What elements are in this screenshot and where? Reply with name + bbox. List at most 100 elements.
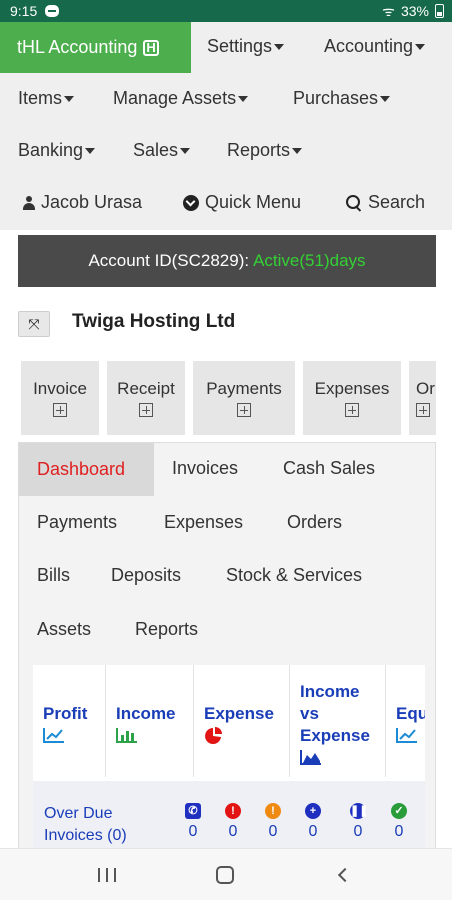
quick-expenses-button[interactable]: Expenses — [303, 361, 401, 435]
income-vs-expense-line3: Expense — [300, 726, 370, 745]
menu-manage-assets-label: Manage Assets — [113, 88, 237, 108]
user-icon — [23, 195, 35, 210]
menu-settings-label: Settings — [207, 36, 273, 56]
menu-reports[interactable]: Reports — [227, 140, 303, 161]
expense-card[interactable]: Expense — [194, 665, 290, 777]
menu-purchases[interactable]: Purchases — [293, 88, 391, 109]
recent-apps-button[interactable] — [92, 849, 122, 900]
menu-items[interactable]: Items — [18, 88, 75, 109]
caret-down-icon — [85, 147, 96, 154]
user-name: Jacob Urasa — [41, 192, 143, 212]
back-button[interactable] — [330, 849, 354, 900]
search-label: Search — [368, 192, 426, 212]
signal-icon: ᯤ — [382, 2, 395, 19]
caret-down-icon — [180, 147, 191, 154]
dashboard-grid: Profit Income Expense Income vs Expense … — [33, 665, 425, 861]
user-plus-icon: + — [305, 803, 321, 819]
menu-manage-assets[interactable]: Manage Assets — [113, 88, 249, 109]
system-navigation-bar — [0, 848, 452, 900]
dashboard-panel: Dashboard Invoices Cash Sales Payments E… — [18, 442, 436, 862]
tab-reports[interactable]: Reports — [135, 619, 198, 640]
stat-alert[interactable]: ! 0 — [223, 803, 243, 841]
tab-bills[interactable]: Bills — [37, 565, 70, 586]
tab-invoices[interactable]: Invoices — [172, 458, 238, 479]
recent-apps-icon-bar — [106, 868, 108, 882]
profit-label: Profit — [43, 704, 88, 723]
menu-purchases-label: Purchases — [293, 88, 379, 108]
plus-square-icon — [237, 403, 251, 417]
stat-pause[interactable]: ❚❚ 0 — [348, 803, 368, 841]
account-id: Account ID(SC2829): — [88, 251, 250, 270]
recent-apps-icon-bar — [114, 868, 116, 882]
quick-expenses-label: Expenses — [314, 379, 390, 398]
stat-user-plus-value: 0 — [308, 823, 318, 840]
search-menu[interactable]: Search — [346, 192, 425, 213]
tab-orders[interactable]: Orders — [287, 512, 342, 533]
overdue-line1: Over Due — [44, 805, 113, 822]
quick-payments-button[interactable]: Payments — [193, 361, 295, 435]
line-chart-icon — [396, 728, 417, 743]
menu-items-label: Items — [18, 88, 63, 108]
user-menu[interactable]: Jacob Urasa — [23, 192, 142, 213]
tab-deposits[interactable]: Deposits — [111, 565, 181, 586]
quick-orders-label: Or — [416, 379, 435, 398]
income-card[interactable]: Income — [106, 665, 194, 777]
quick-receipt-label: Receipt — [117, 379, 175, 398]
profit-card[interactable]: Profit — [33, 665, 106, 777]
overdue-invoices-link[interactable]: Over Due Invoices (0) — [44, 803, 127, 847]
menu-sales[interactable]: Sales — [133, 140, 191, 161]
tab-assets[interactable]: Assets — [37, 619, 91, 640]
menu-settings[interactable]: Settings — [207, 36, 285, 57]
quick-orders-button[interactable]: Or — [409, 361, 436, 435]
income-vs-expense-line2: vs — [300, 704, 319, 723]
quick-invoice-label: Invoice — [33, 379, 87, 398]
bar-chart-icon — [116, 728, 137, 743]
quick-menu-label: Quick Menu — [205, 192, 302, 212]
equity-label: Equ — [396, 704, 425, 723]
stat-check[interactable]: ✓ 0 — [389, 803, 409, 841]
quick-actions-bar: Invoice Receipt Payments Expenses Or — [18, 355, 436, 442]
income-vs-expense-line1: Income — [300, 682, 360, 701]
plus-square-icon — [53, 403, 67, 417]
equity-card[interactable]: Equ — [386, 665, 425, 777]
menu-banking[interactable]: Banking — [18, 140, 96, 161]
stat-phone-value: 0 — [188, 823, 198, 840]
quick-menu[interactable]: Quick Menu — [183, 192, 301, 213]
warning-icon: ! — [265, 803, 281, 819]
hosting-icon — [143, 39, 160, 56]
battery-percent: 33% — [400, 3, 429, 19]
stat-warning[interactable]: ! 0 — [263, 803, 283, 841]
expand-button[interactable]: ⤧ — [18, 311, 50, 337]
tab-expenses[interactable]: Expenses — [164, 512, 243, 533]
tab-cash-sales[interactable]: Cash Sales — [283, 458, 375, 479]
home-button[interactable] — [210, 849, 240, 900]
brand-logo[interactable]: tHL Accounting — [0, 22, 191, 73]
caret-down-icon — [292, 147, 303, 154]
menu-reports-label: Reports — [227, 140, 291, 160]
stat-phone[interactable]: ✆ 0 — [183, 803, 203, 841]
income-vs-expense-card[interactable]: Income vs Expense — [290, 665, 386, 777]
top-navigation: tHL Accounting Settings Accounting Items… — [0, 22, 452, 230]
caret-down-icon — [415, 43, 426, 50]
quick-receipt-button[interactable]: Receipt — [107, 361, 185, 435]
check-icon: ✓ — [391, 803, 407, 819]
company-name: Twiga Hosting Ltd — [72, 311, 236, 332]
alert-icon: ! — [225, 803, 241, 819]
line-chart-icon — [43, 728, 64, 743]
pie-chart-icon — [205, 727, 222, 744]
search-icon — [346, 194, 362, 211]
caret-down-icon — [274, 43, 285, 50]
quick-invoice-button[interactable]: Invoice — [21, 361, 99, 435]
menu-accounting[interactable]: Accounting — [324, 36, 426, 57]
overdue-line2: Invoices (0) — [44, 827, 127, 844]
stat-alert-value: 0 — [228, 823, 238, 840]
tab-dashboard[interactable]: Dashboard — [19, 443, 154, 496]
stat-check-value: 0 — [394, 823, 404, 840]
tab-stock-services[interactable]: Stock & Services — [226, 565, 362, 586]
caret-down-icon — [380, 95, 391, 102]
chevron-circle-down-icon — [183, 194, 199, 211]
brand-name: tHL Accounting — [17, 37, 138, 57]
expand-icon: ⤧ — [28, 315, 40, 332]
tab-payments[interactable]: Payments — [37, 512, 117, 533]
stat-user-plus[interactable]: + 0 — [303, 803, 323, 841]
